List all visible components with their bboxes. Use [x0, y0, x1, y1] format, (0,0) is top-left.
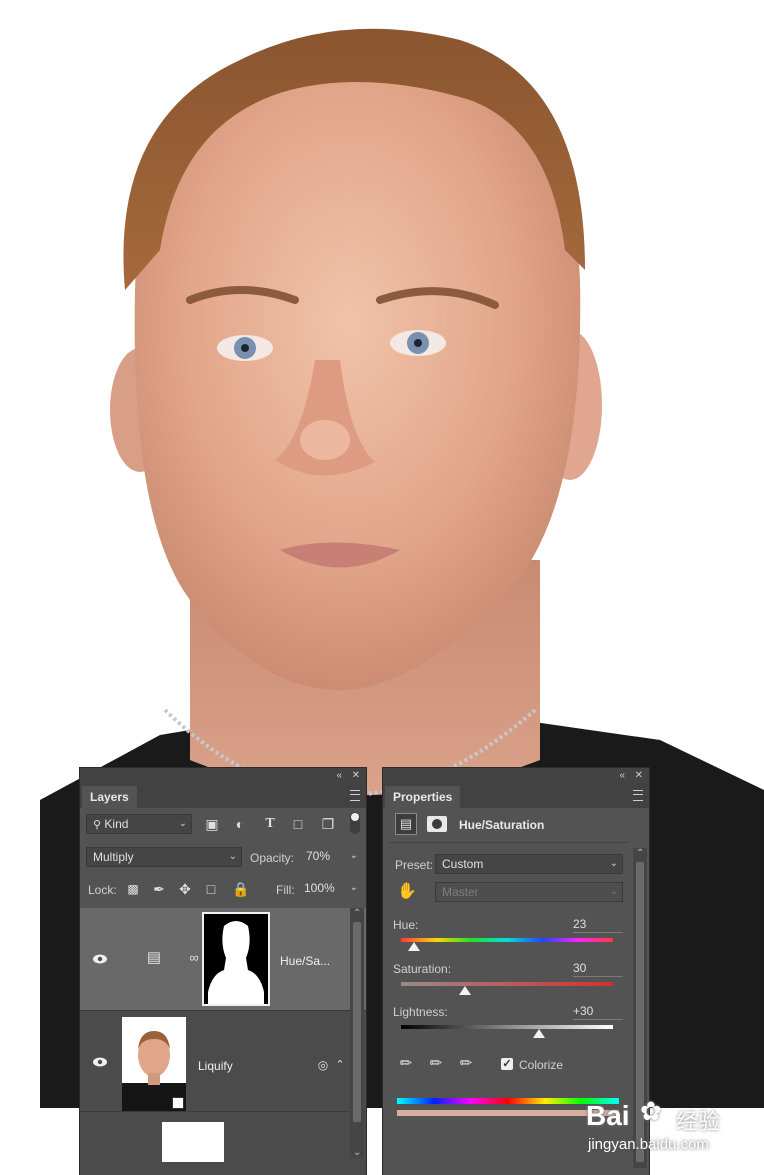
- chevron-down-icon: ⌄: [228, 851, 237, 862]
- panel-menu-icon[interactable]: [350, 790, 360, 801]
- hue-saturation-icon: ▤: [399, 816, 413, 831]
- colorize-checkbox[interactable]: ✓: [501, 1058, 513, 1070]
- channel-value: Master: [442, 885, 479, 899]
- opacity-label: Opacity:: [250, 851, 295, 865]
- fill-value: 100%: [304, 881, 335, 895]
- chevron-down-icon: ⌄: [609, 858, 618, 869]
- lightness-label: Lightness:: [393, 1005, 448, 1019]
- mask-icon: [432, 819, 442, 829]
- panel-titlebar[interactable]: « ✕: [80, 768, 366, 784]
- eyedropper-icon[interactable]: ✏: [397, 1056, 415, 1072]
- scroll-up-icon[interactable]: ⌃: [636, 848, 644, 859]
- lock-artboard-icon[interactable]: □: [204, 881, 218, 897]
- smart-object-badge-icon: [172, 1097, 184, 1109]
- opacity-field[interactable]: 70% ⌄: [300, 847, 362, 867]
- tab-properties[interactable]: Properties: [385, 786, 461, 808]
- layers-tabbar: Layers: [80, 784, 366, 808]
- hue-value-field[interactable]: 23: [573, 916, 623, 933]
- layer-row-liquify[interactable]: Liquify ◎ ⌃: [80, 1011, 366, 1112]
- filter-shape-icon[interactable]: □: [290, 816, 306, 832]
- mask-mode-button[interactable]: [427, 816, 447, 832]
- filter-pixel-icon[interactable]: ▣: [204, 816, 220, 832]
- preset-value: Custom: [442, 857, 484, 871]
- visibility-eye-icon[interactable]: [92, 1057, 108, 1067]
- collapse-icon[interactable]: «: [336, 770, 342, 782]
- saturation-slider-thumb[interactable]: [458, 986, 471, 995]
- baidu-jingyan-watermark: Bai ✿ 经验 jingyan.baidu.com: [584, 1090, 744, 1160]
- layers-scrollbar[interactable]: ⌃ ⌄: [350, 908, 364, 1158]
- watermark-logo-cn: 经验: [676, 1109, 721, 1134]
- lightness-slider-track[interactable]: [401, 1025, 613, 1029]
- scroll-up-icon[interactable]: ⌃: [353, 908, 361, 919]
- watermark-url: jingyan.baidu.com: [588, 1136, 709, 1153]
- layer-row-background[interactable]: [80, 1112, 366, 1175]
- blend-mode-select[interactable]: Multiply ⌄: [86, 847, 242, 867]
- filter-smartobject-icon[interactable]: ❐: [320, 816, 336, 832]
- lightness-slider-thumb[interactable]: [532, 1029, 545, 1038]
- channel-select[interactable]: Master ⌄: [435, 882, 623, 902]
- hue-saturation-adjustment-icon: ▤: [146, 949, 162, 966]
- layer-name-hue-saturation[interactable]: Hue/Sa...: [280, 954, 330, 968]
- layer-mask-thumbnail[interactable]: [202, 912, 270, 1006]
- paw-icon: ✿: [640, 1096, 662, 1126]
- eyedropper-add-icon[interactable]: ✏: [427, 1056, 445, 1072]
- panel-titlebar[interactable]: « ✕: [383, 768, 649, 784]
- adjustment-mode-button[interactable]: ▤: [395, 813, 417, 835]
- tab-layers[interactable]: Layers: [82, 786, 137, 808]
- search-icon: ⚲: [93, 819, 102, 831]
- filter-type-icon[interactable]: T: [262, 816, 278, 832]
- lock-brush-icon[interactable]: ✒: [152, 881, 166, 897]
- eyedropper-subtract-icon[interactable]: ✏: [457, 1056, 475, 1072]
- lock-all-icon[interactable]: 🔒: [232, 881, 249, 897]
- lock-label: Lock:: [88, 883, 117, 897]
- collapse-icon[interactable]: «: [619, 770, 625, 782]
- layer-row-hue-saturation[interactable]: ▤ ∞ Hue/Sa...: [80, 908, 366, 1011]
- hue-slider-thumb[interactable]: [407, 942, 420, 951]
- lock-transparent-icon[interactable]: ▩: [126, 881, 140, 897]
- link-chain-icon[interactable]: ∞: [188, 950, 200, 966]
- preset-select[interactable]: Custom ⌄: [435, 854, 623, 874]
- scroll-down-icon[interactable]: ⌄: [353, 1147, 361, 1158]
- layer-thumbnail-background[interactable]: [162, 1122, 224, 1162]
- targeted-adjustment-hand-icon[interactable]: ✋: [397, 884, 417, 900]
- saturation-value-field[interactable]: 30: [573, 960, 623, 977]
- panel-menu-icon[interactable]: [633, 790, 643, 801]
- fill-label: Fill:: [276, 883, 295, 897]
- filter-toggle[interactable]: [350, 812, 360, 834]
- layer-name-liquify[interactable]: Liquify: [198, 1059, 233, 1073]
- header-divider: [389, 842, 629, 843]
- visibility-eye-icon[interactable]: [92, 954, 108, 964]
- layer-thumbnail-liquify[interactable]: [122, 1017, 186, 1111]
- close-icon[interactable]: ✕: [352, 770, 360, 782]
- adjustment-title: Hue/Saturation: [459, 818, 545, 832]
- filter-kind-select[interactable]: ⚲ Kind ⌄: [86, 814, 192, 834]
- chevron-down-icon: ⌄: [349, 850, 358, 861]
- layers-panel: « ✕ Layers ⚲ Kind ⌄ ▣ ◐ T □ ❐ Multiply ⌄…: [80, 768, 366, 1175]
- smart-filter-icon: ◎: [317, 1058, 329, 1072]
- chevron-down-icon: ⌄: [609, 886, 618, 897]
- blend-mode-value: Multiply: [93, 850, 134, 864]
- scroll-thumb[interactable]: [353, 922, 361, 1122]
- layer-list: ▤ ∞ Hue/Sa... Liquify ◎ ⌃ ⌃ ⌄: [80, 908, 366, 1175]
- saturation-label: Saturation:: [393, 962, 452, 976]
- watermark-logo-text: Bai: [586, 1100, 630, 1131]
- filter-adjustment-icon[interactable]: ◐: [232, 816, 248, 832]
- opacity-value: 70%: [306, 849, 331, 863]
- lock-move-icon[interactable]: ✥: [178, 881, 192, 897]
- hue-label: Hue:: [393, 918, 419, 932]
- filter-kind-value: Kind: [104, 817, 129, 831]
- mask-silhouette: [208, 921, 264, 1004]
- colorize-label[interactable]: Colorize: [519, 1058, 563, 1072]
- preset-label: Preset:: [395, 858, 434, 872]
- properties-tabbar: Properties: [383, 784, 649, 808]
- fill-field[interactable]: 100% ⌄: [298, 879, 362, 899]
- chevron-down-icon: ⌄: [349, 882, 358, 893]
- saturation-slider-track[interactable]: [401, 982, 613, 986]
- chevron-down-icon: ⌄: [178, 818, 187, 829]
- hue-slider-track[interactable]: [401, 938, 613, 942]
- lightness-value-field[interactable]: +30: [573, 1003, 623, 1020]
- expand-up-icon[interactable]: ⌃: [334, 1057, 346, 1073]
- close-icon[interactable]: ✕: [635, 770, 643, 782]
